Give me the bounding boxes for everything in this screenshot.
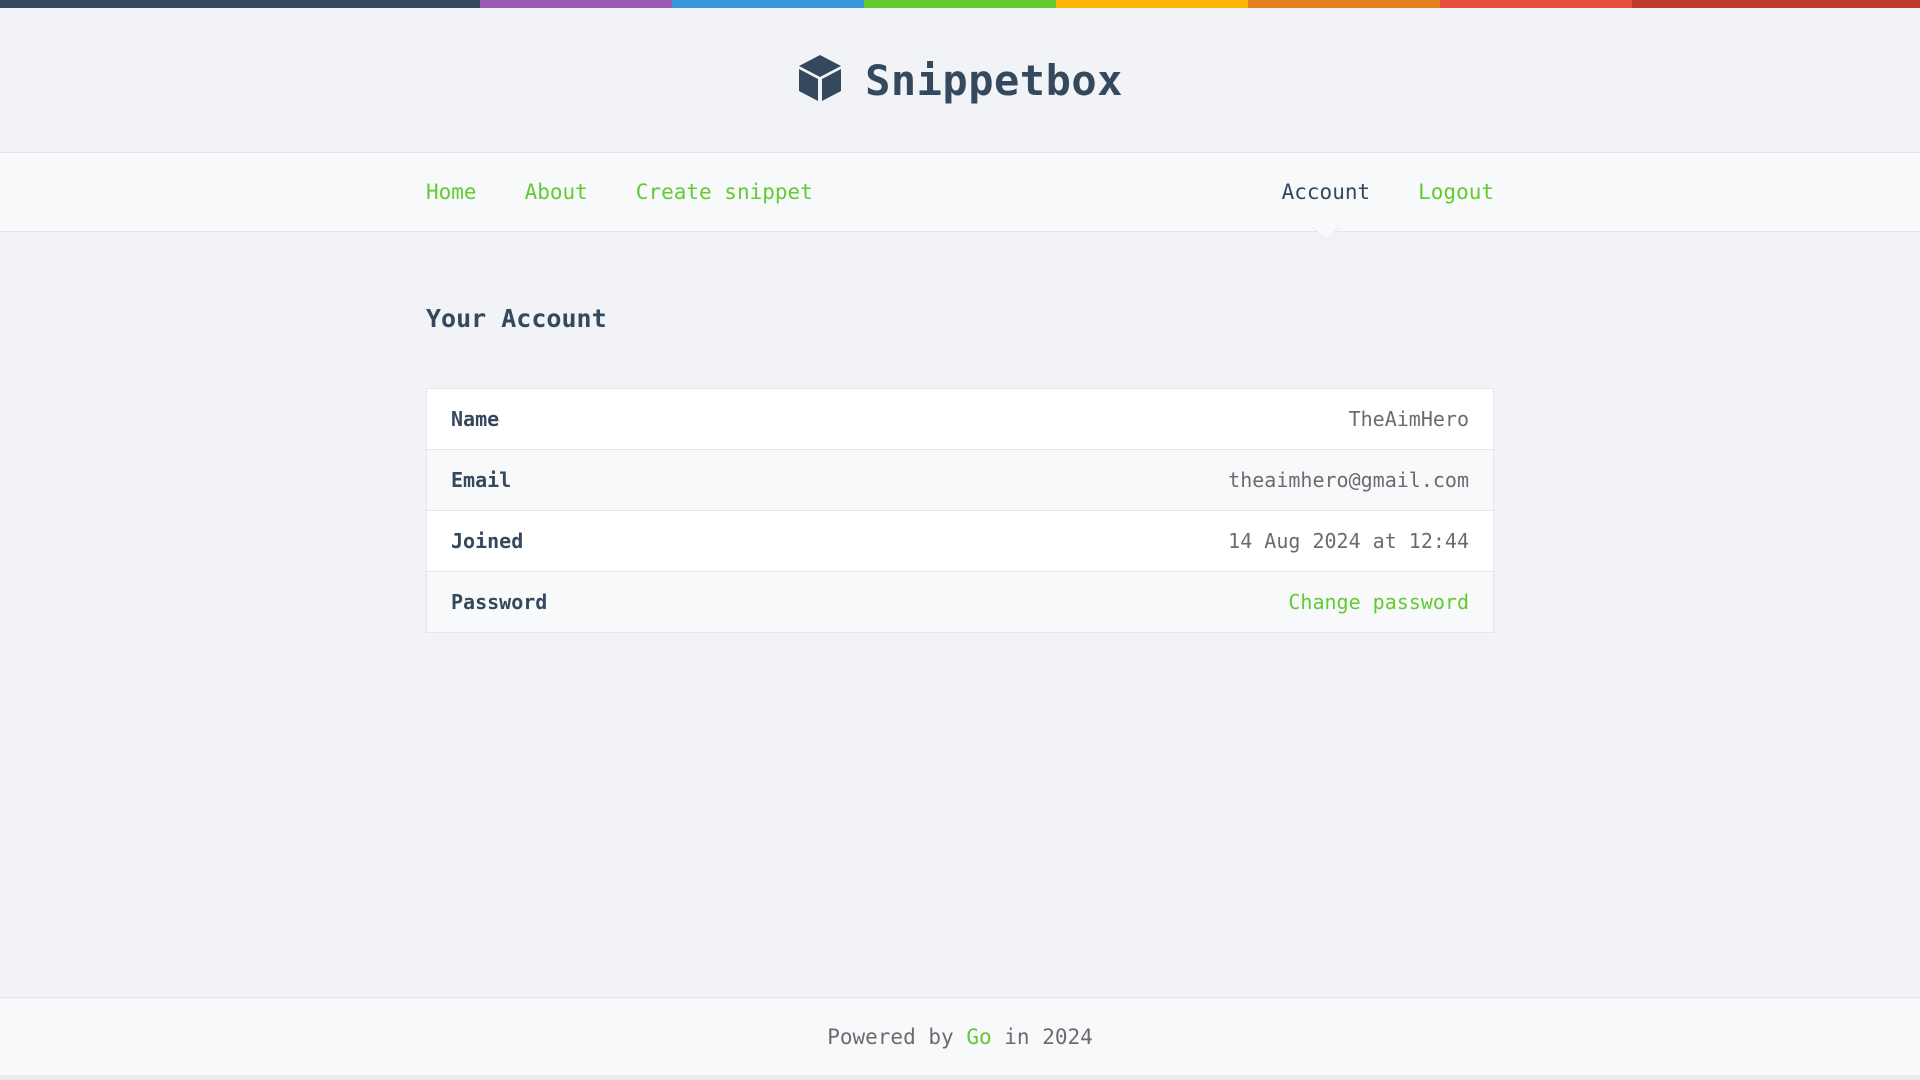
row-label-name: Name (451, 407, 500, 431)
row-label-email: Email (451, 468, 512, 492)
row-value-email: theaimhero@gmail.com (1228, 468, 1469, 492)
main-nav: Home About Create snippet Account Logout (0, 152, 1920, 232)
nav-right: Account Logout (1282, 180, 1494, 204)
table-row: Joined 14 Aug 2024 at 12:44 (426, 511, 1494, 572)
nav-account-link[interactable]: Account (1282, 180, 1371, 204)
row-value-name: TheAimHero (1348, 407, 1469, 431)
row-label-joined: Joined (451, 529, 524, 553)
nav-logout-link[interactable]: Logout (1418, 180, 1494, 204)
site-header: Snippetbox (0, 8, 1920, 152)
table-row: Email theaimhero@gmail.com (426, 449, 1494, 511)
color-bar-segment (672, 0, 864, 8)
nav-about-link[interactable]: About (525, 180, 588, 204)
table-row: Password Change password (426, 571, 1494, 633)
footer-bottom-strip (0, 1075, 1920, 1080)
table-row: Name TheAimHero (426, 389, 1494, 450)
color-bar-segment (1056, 0, 1248, 8)
nav-left: Home About Create snippet (426, 180, 813, 204)
page-title: Your Account (426, 304, 607, 333)
color-bar-segment (864, 0, 1056, 8)
account-table: Name TheAimHero Email theaimhero@gmail.c… (426, 388, 1494, 633)
site-footer: Powered by Go in 2024 (0, 997, 1920, 1075)
footer-suffix: in 2024 (1004, 1024, 1093, 1049)
change-password-link[interactable]: Change password (1288, 590, 1469, 614)
footer-go-link[interactable]: Go (966, 1025, 991, 1049)
row-label-password: Password (451, 590, 548, 614)
color-bar-segment (1440, 0, 1632, 8)
main-content: Your Account Name TheAimHero Email theai… (426, 232, 1494, 633)
color-bar-segment (0, 0, 480, 8)
nav-home-link[interactable]: Home (426, 180, 477, 204)
row-value-password: Change password (727, 572, 1494, 633)
row-value-joined: 14 Aug 2024 at 12:44 (1228, 529, 1469, 553)
site-title: Snippetbox (865, 55, 1123, 105)
top-color-bar (0, 0, 1920, 8)
brand-link[interactable]: Snippetbox (797, 53, 1123, 107)
nav-create-snippet-link[interactable]: Create snippet (636, 180, 813, 204)
cube-icon (797, 53, 843, 107)
color-bar-segment (480, 0, 672, 8)
color-bar-segment (1632, 0, 1920, 8)
color-bar-segment (1248, 0, 1440, 8)
footer-prefix: Powered by (827, 1024, 954, 1049)
